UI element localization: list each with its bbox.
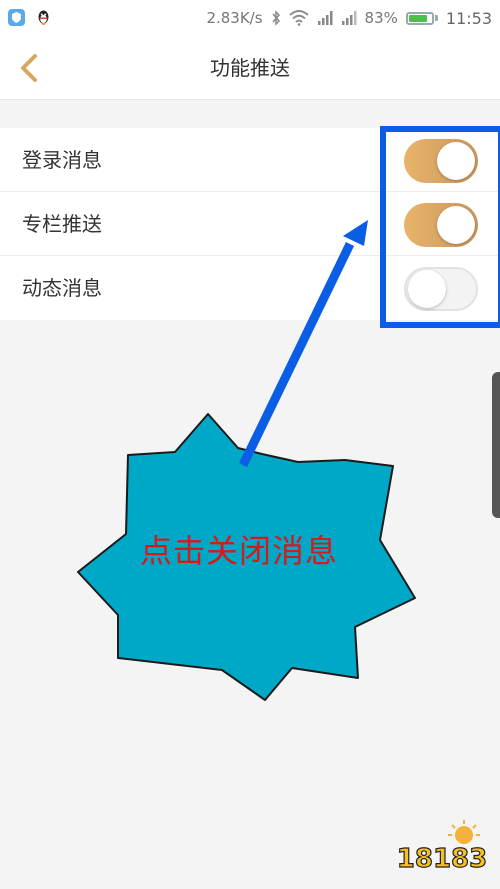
watermark-text: 18183	[397, 844, 487, 874]
annotation-overlay	[77, 220, 416, 701]
callout-text: 点击关闭消息	[140, 532, 339, 570]
watermark-logo: 18183	[392, 819, 492, 883]
arrow-head	[343, 220, 368, 246]
arrow-shaft	[238, 242, 355, 467]
edge-handle[interactable]	[492, 372, 500, 518]
sun-icon	[448, 820, 480, 844]
